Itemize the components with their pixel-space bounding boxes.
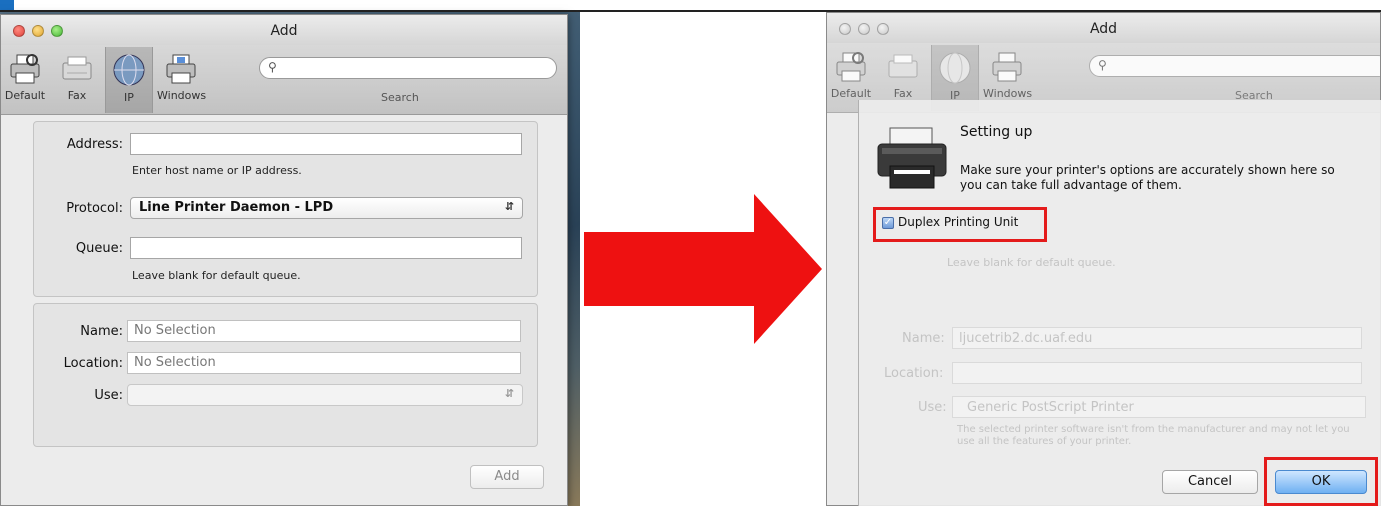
toolbar-ip[interactable]: IP <box>105 47 153 113</box>
fax-icon <box>62 56 92 80</box>
fax-icon <box>888 54 918 78</box>
setup-title: Setting up <box>960 124 1033 140</box>
address-hint: Enter host name or IP address. <box>132 164 302 177</box>
queue-field[interactable] <box>130 237 522 259</box>
add-printer-window: Add Default Fax IP Windows ⚲ Search Addr… <box>0 14 568 506</box>
ghost-use-popup: Generic PostScript Printer <box>952 396 1366 418</box>
ghost-name-field: ljucetrib2.dc.uaf.edu <box>952 327 1362 349</box>
address-field[interactable] <box>130 133 522 155</box>
protocol-popup[interactable]: Line Printer Daemon - LPD ⇵ <box>130 197 523 219</box>
toolbar-default[interactable]: Default <box>1 47 49 113</box>
right-arrow-icon <box>584 194 822 344</box>
duplex-highlight-box <box>873 207 1047 242</box>
printer-icon <box>10 54 40 84</box>
queue-label: Queue: <box>75 241 123 256</box>
location-label: Location: <box>63 356 123 371</box>
ok-highlight-box <box>1264 457 1378 506</box>
printer-icon <box>877 127 947 189</box>
toolbar-windows[interactable]: Windows <box>157 47 206 113</box>
printer-icon <box>836 52 866 82</box>
protocol-value: Line Printer Daemon - LPD <box>139 200 334 215</box>
popup-arrows-icon: ⇵ <box>504 200 514 213</box>
search-label: Search <box>381 91 419 104</box>
title-bar[interactable]: Add <box>1 15 567 45</box>
address-label: Address: <box>66 137 123 152</box>
search-icon: ⚲ <box>1098 58 1107 72</box>
ghost-use-label: Use: <box>918 400 947 415</box>
globe-icon <box>113 54 145 86</box>
ghost-queue-hint: Leave blank for default queue. <box>947 256 1116 269</box>
ghost-driver-note: The selected printer software isn't from… <box>957 424 1350 447</box>
tutorial-figure: Add Default Fax IP Windows ⚲ Search Addr… <box>0 0 1381 506</box>
search-icon: ⚲ <box>268 60 277 74</box>
toolbar: Default Fax IP Windows ⚲ Search <box>1 45 567 115</box>
name-field[interactable]: No Selection <box>127 320 521 342</box>
popup-arrows-icon: ⇵ <box>504 387 514 400</box>
protocol-label: Protocol: <box>66 201 123 216</box>
ghost-location-label: Location: <box>884 366 944 381</box>
ghost-name-label: Name: <box>902 331 945 346</box>
location-field[interactable]: No Selection <box>127 352 521 374</box>
cancel-button[interactable]: Cancel <box>1162 470 1258 494</box>
windows-printer-icon <box>166 54 196 84</box>
window-title: Add <box>270 23 298 39</box>
use-popup[interactable]: ⇵ <box>127 384 523 406</box>
setup-message: Make sure your printer's options are acc… <box>960 163 1335 192</box>
search-field[interactable]: ⚲ <box>1089 55 1380 77</box>
window-title: Add <box>1089 21 1118 37</box>
queue-hint: Leave blank for default queue. <box>132 269 301 282</box>
add-button[interactable]: Add <box>470 465 544 489</box>
ghost-location-field <box>952 362 1362 384</box>
search-field[interactable]: ⚲ <box>259 57 557 79</box>
windows-printer-icon <box>992 52 1022 82</box>
name-label: Name: <box>80 324 123 339</box>
use-label: Use: <box>94 388 123 403</box>
toolbar-fax[interactable]: Fax <box>53 47 101 113</box>
globe-icon <box>939 52 971 84</box>
title-bar[interactable]: Add <box>827 13 1380 43</box>
